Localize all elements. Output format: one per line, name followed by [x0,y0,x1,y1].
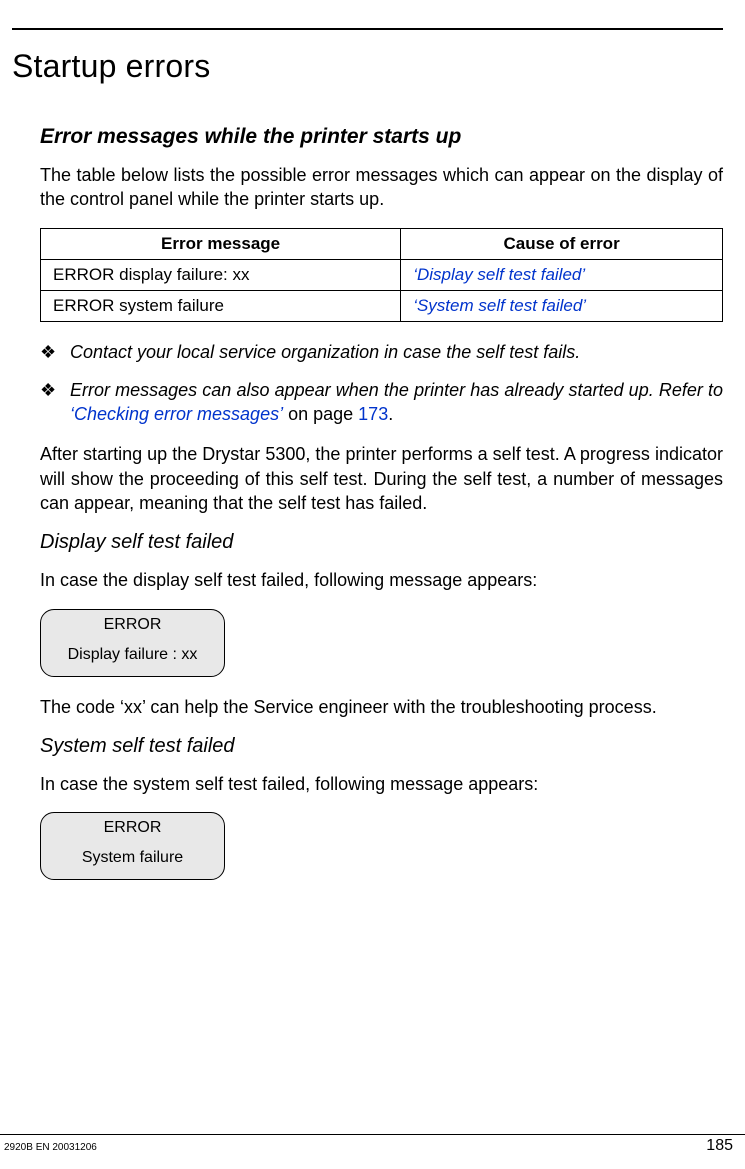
bullet-text: Contact your local service organization … [70,340,723,364]
lcd-line1: ERROR [57,616,208,634]
table-header-msg: Error message [41,228,401,259]
lcd-line1: ERROR [57,819,208,837]
sub1-note: The code ‘xx’ can help the Service engin… [40,695,723,719]
top-rule [12,28,723,30]
page-title: Startup errors [12,48,723,85]
subheading-display: Display self test failed [40,531,723,554]
table-cell-cause: ‘Display self test failed’ [401,259,723,290]
bullet-pre: Error messages can also appear when the … [70,380,723,400]
list-item: ❖ Error messages can also appear when th… [40,378,723,427]
section-heading: Error messages while the printer starts … [40,125,723,149]
bullet-icon: ❖ [40,378,70,427]
bullet-mid: on page [283,404,358,424]
page-body: Startup errors Error messages while the … [0,0,745,880]
bullet-icon: ❖ [40,340,70,364]
lcd-line2: Display failure : xx [57,646,208,664]
table-row: ERROR display failure: xx ‘Display self … [41,259,723,290]
table-header-row: Error message Cause of error [41,228,723,259]
bullet-list: ❖ Contact your local service organizatio… [40,340,723,427]
lcd-line2: System failure [57,849,208,867]
after-paragraph: After starting up the Drystar 5300, the … [40,442,723,515]
lcd-system-box: ERROR System failure [40,812,225,880]
table-cell-msg: ERROR system failure [41,290,401,321]
table-header-cause: Cause of error [401,228,723,259]
page-footer: 2920B EN 20031206 185 [0,1134,745,1155]
page-ref[interactable]: 173 [358,404,388,424]
error-table: Error message Cause of error ERROR displ… [40,228,723,322]
footer-pagenum: 185 [706,1137,733,1155]
table-row: ERROR system failure ‘System self test f… [41,290,723,321]
bullet-post: . [388,404,393,424]
sub2-intro: In case the system self test failed, fol… [40,772,723,796]
intro-paragraph: The table below lists the possible error… [40,163,723,212]
sub1-intro: In case the display self test failed, fo… [40,568,723,592]
footer-docid: 2920B EN 20031206 [4,1142,97,1153]
bullet-text: Error messages can also appear when the … [70,378,723,427]
lcd-display-box: ERROR Display failure : xx [40,609,225,677]
subheading-system: System self test failed [40,735,723,758]
list-item: ❖ Contact your local service organizatio… [40,340,723,364]
link-checking-error-messages[interactable]: ‘Checking error messages’ [70,404,283,424]
table-cell-msg: ERROR display failure: xx [41,259,401,290]
content-block: Error messages while the printer starts … [12,125,723,880]
table-cell-cause: ‘System self test failed’ [401,290,723,321]
